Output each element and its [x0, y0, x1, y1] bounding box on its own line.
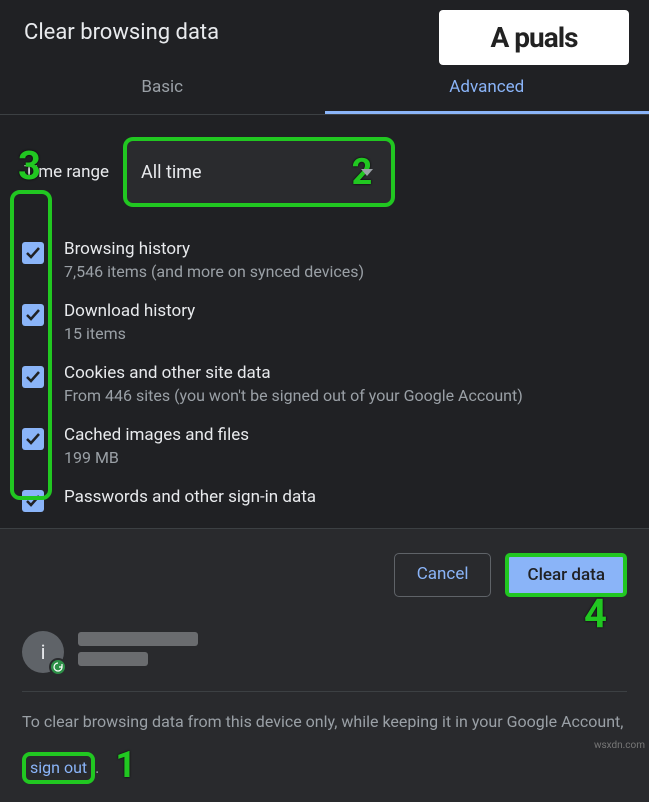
annotation-1: 1 — [115, 744, 136, 786]
checkbox-column-highlight — [10, 190, 52, 500]
time-range-row: Time range All time 2 — [0, 115, 649, 229]
option-title: Browsing history — [64, 239, 364, 259]
option-title: Cookies and other site data — [64, 363, 523, 383]
time-range-value: All time — [141, 162, 202, 183]
divider — [22, 691, 627, 692]
option-cached[interactable]: Cached images and files 199 MB — [18, 415, 631, 477]
annotation-4: 4 — [584, 590, 607, 637]
watermark-logo: A puals — [439, 10, 629, 65]
option-cookies[interactable]: Cookies and other site data From 446 sit… — [18, 353, 631, 415]
option-subtitle: 7,546 items (and more on synced devices) — [64, 262, 364, 281]
clear-data-button[interactable]: Clear data — [505, 553, 627, 597]
option-subtitle: 15 items — [64, 324, 195, 343]
signout-highlight: sign out — [22, 752, 95, 784]
option-download-history[interactable]: Download history 15 items — [18, 291, 631, 353]
option-title: Passwords and other sign-in data — [64, 487, 316, 507]
button-row: Cancel Clear data — [0, 528, 649, 611]
tab-basic[interactable]: Basic — [0, 63, 325, 114]
account-row: i — [22, 631, 627, 673]
option-title: Download history — [64, 301, 195, 321]
account-name-blurred — [78, 632, 198, 672]
footer-text: To clear browsing data from this device … — [22, 710, 627, 788]
tab-advanced[interactable]: Advanced — [325, 63, 649, 114]
sync-icon — [49, 658, 67, 676]
cancel-button[interactable]: Cancel — [394, 553, 492, 597]
avatar: i — [22, 631, 64, 673]
options-list: Browsing history 7,546 items (and more o… — [0, 229, 649, 522]
chevron-down-icon — [361, 169, 373, 176]
account-section: i To clear browsing data from this devic… — [0, 611, 649, 802]
time-range-select[interactable]: All time 2 — [123, 137, 395, 207]
option-passwords[interactable]: Passwords and other sign-in data — [18, 477, 631, 522]
option-title: Cached images and files — [64, 425, 249, 445]
annotation-3: 3 — [18, 142, 41, 189]
option-subtitle: 199 MB — [64, 448, 249, 467]
option-browsing-history[interactable]: Browsing history 7,546 items (and more o… — [18, 229, 631, 291]
watermark-site: wsxdn.com — [594, 740, 645, 751]
tabs: Basic Advanced — [0, 63, 649, 115]
sign-out-link[interactable]: sign out — [30, 758, 87, 777]
option-subtitle: From 446 sites (you won't be signed out … — [64, 386, 523, 405]
